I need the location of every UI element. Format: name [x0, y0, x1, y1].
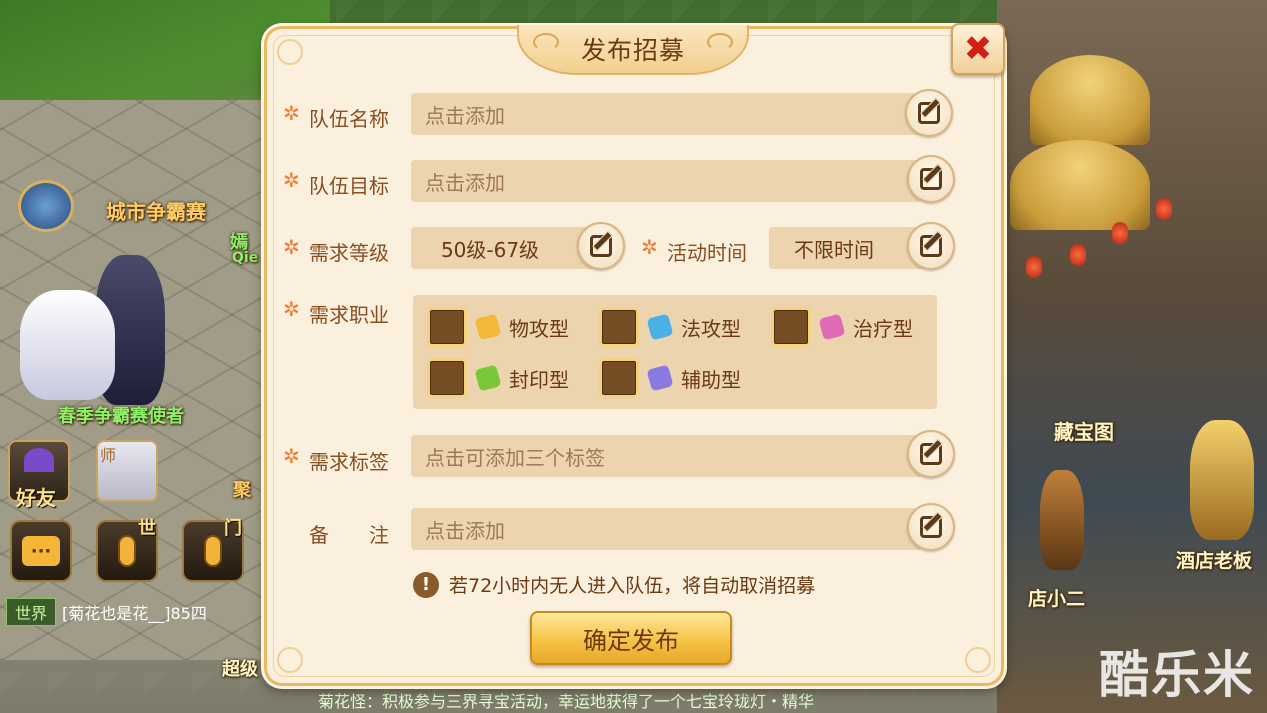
chat-strip[interactable]: 世界 [菊花也是花__]85四 — [0, 596, 265, 628]
edit-pencil-icon — [920, 235, 942, 257]
close-icon: ✖ — [963, 29, 993, 69]
corner-ornament — [965, 647, 991, 673]
lantern-icon — [1070, 244, 1086, 266]
chat-message: [菊花也是花__]85四 — [62, 604, 207, 623]
job-label: 封印型 — [509, 367, 569, 392]
confirm-publish-button[interactable]: 确定发布 — [530, 611, 732, 665]
physical-attack-icon — [474, 313, 502, 341]
team-goal-edit-button[interactable] — [907, 155, 955, 203]
warning-icon: ! — [413, 571, 439, 598]
seal-icon — [474, 364, 502, 392]
master-tag: 师 — [100, 446, 117, 465]
edit-pencil-icon — [918, 102, 940, 124]
heal-icon — [818, 313, 846, 341]
job-checkbox[interactable] — [599, 358, 639, 398]
microphone-icon — [118, 535, 136, 567]
level-edit-button[interactable] — [577, 222, 625, 270]
team-name-edit-button[interactable] — [905, 89, 953, 137]
npc-hotel-boss[interactable] — [1190, 420, 1254, 540]
edit-pencil-icon — [920, 168, 942, 190]
job-checkbox[interactable] — [599, 307, 639, 347]
edit-pencil-icon — [590, 235, 612, 257]
job-options-panel: 物攻型 法攻型 治疗型 封印型 辅助型 — [413, 295, 937, 409]
lantern-icon — [1156, 198, 1172, 220]
job-checkbox[interactable] — [427, 358, 467, 398]
team-goal-label: 队伍目标 — [309, 174, 389, 198]
note-field[interactable]: 点击添加 — [411, 508, 923, 550]
jobs-label: 需求职业 — [309, 303, 389, 327]
friends-label: 好友 — [16, 486, 56, 510]
close-button[interactable]: ✖ — [951, 23, 1005, 75]
label-partial-npc: 超级 — [222, 659, 258, 680]
note-label: 备 注 — [309, 523, 389, 547]
corner-ornament — [277, 647, 303, 673]
tags-field[interactable]: 点击可添加三个标签 — [411, 435, 923, 477]
world-voice-tag: 世 — [138, 518, 156, 539]
umbrella-decoration — [1010, 140, 1150, 230]
required-star-icon: ✲ — [283, 444, 300, 468]
note-edit-button[interactable] — [907, 503, 955, 551]
required-star-icon: ✲ — [641, 235, 658, 259]
required-star-icon: ✲ — [283, 101, 300, 125]
tags-edit-button[interactable] — [907, 430, 955, 478]
job-label: 辅助型 — [681, 367, 741, 392]
job-checkbox[interactable] — [771, 307, 811, 347]
magic-attack-icon — [646, 313, 674, 341]
support-icon — [646, 364, 674, 392]
wizard-hat-icon — [24, 448, 54, 472]
job-option-seal[interactable]: 封印型 — [427, 358, 569, 398]
cloud-swirl-icon — [707, 33, 733, 51]
job-label: 法攻型 — [681, 316, 741, 341]
job-option-physical[interactable]: 物攻型 — [427, 307, 569, 347]
auto-cancel-notice: ! 若72小时内无人进入队伍，将自动取消招募 — [413, 571, 815, 598]
chat-channel-badge[interactable]: 世界 — [6, 598, 57, 626]
microphone-icon — [204, 535, 222, 567]
master-avatar-button[interactable]: 师 — [96, 440, 158, 502]
label-spring-envoy[interactable]: 春季争霸赛使者 — [58, 402, 184, 428]
edit-pencil-icon — [920, 443, 942, 465]
job-checkbox[interactable] — [427, 307, 467, 347]
recruit-dialog: 发布招募 ✖ ✲ 队伍名称 点击添加 ✲ 队伍目标 点击添加 ✲ 需求等级 50… — [264, 23, 1005, 686]
level-field[interactable]: 50级-67级 — [411, 227, 599, 269]
npc-waiter[interactable] — [1040, 470, 1084, 570]
label-hotel-boss[interactable]: 酒店老板 — [1176, 546, 1252, 573]
lantern-icon — [1026, 256, 1042, 278]
job-option-magic[interactable]: 法攻型 — [599, 307, 741, 347]
team-goal-field[interactable]: 点击添加 — [411, 160, 921, 202]
level-label: 需求等级 — [309, 241, 389, 265]
team-name-label: 队伍名称 — [309, 107, 389, 131]
npc-white-figure[interactable] — [20, 290, 115, 400]
chat-button[interactable]: ··· — [10, 520, 72, 582]
required-star-icon: ✲ — [283, 235, 300, 259]
job-label: 物攻型 — [509, 316, 569, 341]
sect-voice-tag: 门 — [224, 518, 242, 539]
title-plate: 发布招募 — [517, 25, 749, 75]
notice-text: 若72小时内无人进入队伍，将自动取消招募 — [449, 575, 816, 597]
job-label: 治疗型 — [853, 316, 913, 341]
job-option-support[interactable]: 辅助型 — [599, 358, 741, 398]
cloud-swirl-icon — [533, 33, 559, 51]
lantern-icon — [1112, 222, 1128, 244]
required-star-icon: ✲ — [283, 168, 300, 192]
job-option-heal[interactable]: 治疗型 — [771, 307, 913, 347]
umbrella-decoration — [1030, 55, 1150, 145]
label-waiter[interactable]: 店小二 — [1028, 584, 1085, 611]
city-contest-emblem-icon[interactable] — [18, 180, 74, 232]
label-treasure-map[interactable]: 藏宝图 — [1054, 416, 1114, 445]
watermark-logo: 酷乐米 — [1099, 646, 1255, 704]
activity-time-field[interactable]: 不限时间 — [769, 227, 929, 269]
corner-ornament — [277, 39, 303, 65]
tags-label: 需求标签 — [309, 450, 389, 474]
system-marquee: 菊花怪：积极参与三界寻宝活动，幸运地获得了一个七宝玲珑灯・精华 — [318, 692, 815, 711]
team-name-field[interactable]: 点击添加 — [411, 93, 921, 135]
label-player-sub: Qie — [232, 250, 259, 266]
dialog-title: 发布招募 — [580, 36, 685, 65]
label-city-contest[interactable]: 城市争霸赛 — [106, 196, 206, 225]
activity-time-edit-button[interactable] — [907, 222, 955, 270]
edit-pencil-icon — [920, 516, 942, 538]
chat-bubble-icon: ··· — [22, 536, 60, 566]
label-partial-npc: 聚 — [233, 480, 251, 501]
activity-time-label: 活动时间 — [667, 241, 747, 265]
required-star-icon: ✲ — [283, 297, 300, 321]
